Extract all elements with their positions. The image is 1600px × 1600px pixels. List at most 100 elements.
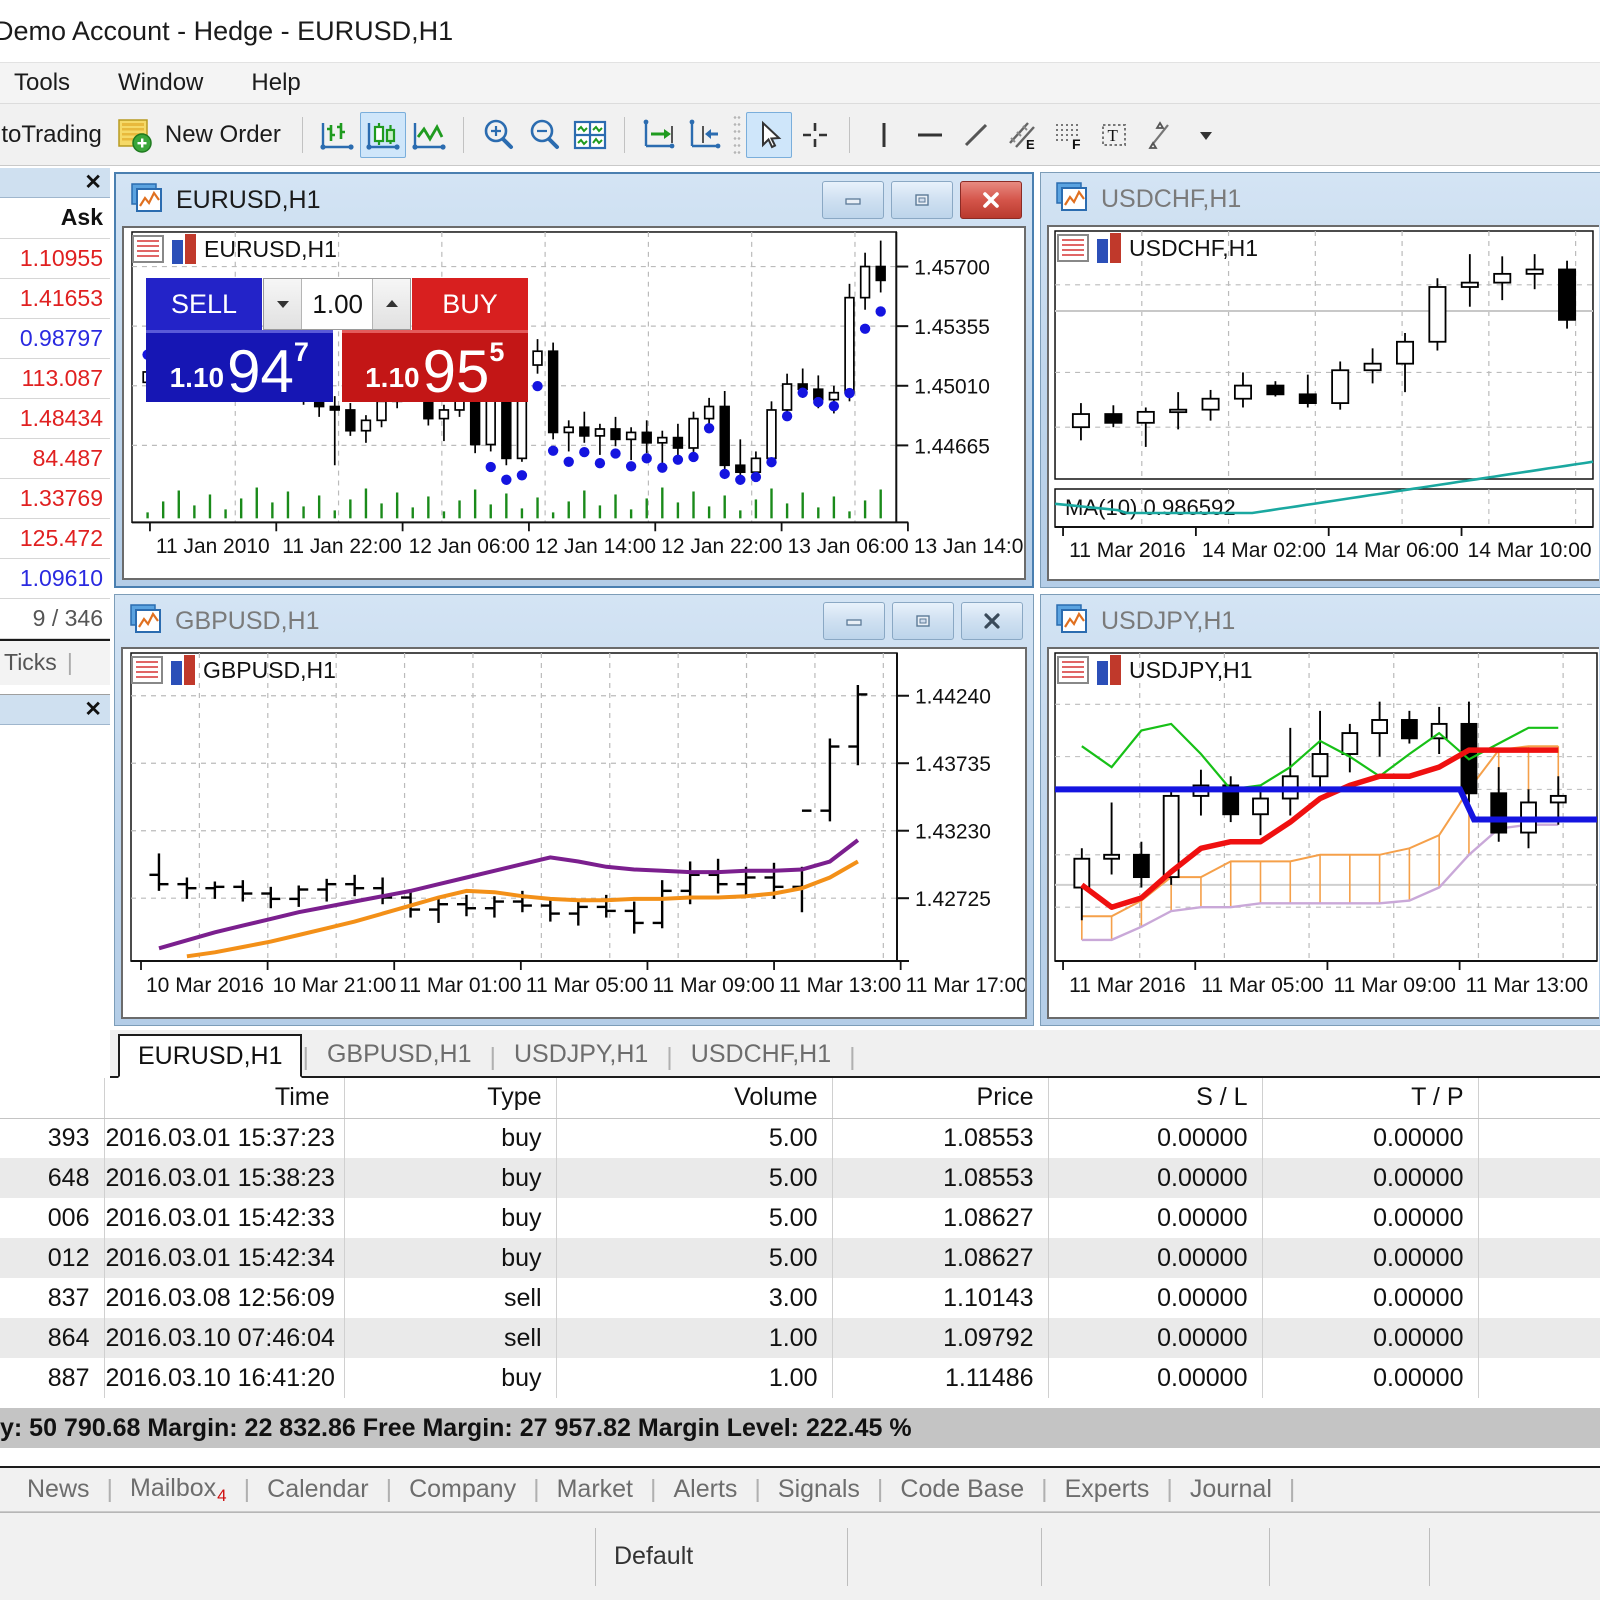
close-icon[interactable]: ✕ [84, 699, 102, 720]
table-row[interactable]: 8642016.03.10 07:46:04sell1.001.097920.0… [0, 1318, 1600, 1358]
table-header-blank0[interactable] [0, 1078, 104, 1118]
status-profile[interactable]: Default [596, 1528, 848, 1586]
terminal-tab-market[interactable]: Market [540, 1475, 650, 1504]
terminal-tab-alerts[interactable]: Alerts [657, 1475, 755, 1504]
svg-text:11 Mar 01:00: 11 Mar 01:00 [399, 974, 521, 997]
table-row[interactable]: 8872016.03.10 16:41:20buy1.001.114860.00… [0, 1358, 1600, 1398]
volume-input[interactable]: 1.00 [302, 279, 372, 329]
chart-shift-icon [171, 655, 195, 685]
bar-chart-icon[interactable] [314, 112, 360, 158]
chart-window-usdjpy[interactable]: USDJPY,H1 USDJPY,H1 11 Mar 201611 Mar 05… [1040, 594, 1600, 1026]
sell-label[interactable]: SELL [146, 278, 262, 330]
table-header-blank7[interactable] [1478, 1078, 1600, 1118]
terminal-tab-signals[interactable]: Signals [761, 1475, 877, 1504]
horizontal-line-icon[interactable] [907, 112, 953, 158]
cell-blank [1478, 1198, 1600, 1238]
zoom-out-icon[interactable] [521, 112, 567, 158]
zoom-in-icon[interactable] [475, 112, 521, 158]
chart-canvas-usdjpy[interactable]: USDJPY,H1 11 Mar 201611 Mar 05:0011 Mar … [1047, 647, 1599, 1019]
one-click-trading-panel[interactable]: SELL 1.00 BUY [146, 278, 528, 402]
chart-tab-usdjpy[interactable]: USDJPY,H1 [496, 1032, 666, 1076]
buy-label[interactable]: BUY [412, 278, 528, 330]
chart-window-eurusd[interactable]: EURUSD,H1 [114, 172, 1034, 588]
close-icon[interactable]: ✕ [84, 172, 102, 193]
market-watch-ask: 1.48434 [0, 398, 110, 438]
trendline-icon[interactable] [953, 112, 999, 158]
chevron-down-icon[interactable] [1183, 112, 1229, 158]
new-order-button[interactable]: New Order [102, 110, 291, 160]
terminal-tab-calendar[interactable]: Calendar [250, 1475, 385, 1504]
candlestick-chart-icon[interactable] [360, 112, 406, 158]
terminal-tab-experts[interactable]: Experts [1048, 1475, 1167, 1504]
table-header-type[interactable]: Type [344, 1078, 556, 1118]
chart-canvas-eurusd[interactable]: EURUSD,H1 SELL 1.00 [122, 226, 1026, 580]
chart-canvas-usdchf[interactable]: USDCHF,H1 MA(10) 0.98659211 Mar 201614 M… [1047, 225, 1599, 581]
objects-dropdown-icon[interactable] [1137, 112, 1183, 158]
volume-stepper[interactable]: 1.00 [263, 278, 411, 330]
scroll-end-icon[interactable] [636, 112, 682, 158]
chart-window-gbpusd[interactable]: GBPUSD,H1 [114, 594, 1034, 1026]
restore-button[interactable] [892, 602, 954, 640]
close-button[interactable] [960, 181, 1022, 219]
shift-chart-icon[interactable] [682, 112, 728, 158]
crosshair-icon[interactable] [792, 112, 838, 158]
market-watch-row[interactable]: 1.10955 [0, 238, 110, 278]
line-chart-icon[interactable] [406, 112, 452, 158]
equidistant-channel-icon[interactable]: E [999, 112, 1045, 158]
toolbar-separator [624, 117, 625, 153]
volume-up-button[interactable] [372, 279, 410, 329]
close-button[interactable] [961, 602, 1023, 640]
table-header-price[interactable]: Price [832, 1078, 1048, 1118]
table-header-time[interactable]: Time [104, 1078, 344, 1118]
svg-text:12 Jan 22:00: 12 Jan 22:00 [661, 535, 782, 558]
sell-button[interactable]: 1.10 94 7 [146, 330, 333, 402]
table-row[interactable]: 6482016.03.01 15:38:23buy5.001.085530.00… [0, 1158, 1600, 1198]
restore-button[interactable] [891, 181, 953, 219]
market-watch-row[interactable]: 1.41653 [0, 278, 110, 318]
menu-item-tools[interactable]: Tools [0, 69, 94, 97]
vertical-line-icon[interactable] [861, 112, 907, 158]
fibonacci-icon[interactable]: F [1045, 112, 1091, 158]
table-row[interactable]: 0122016.03.01 15:42:34buy5.001.086270.00… [0, 1238, 1600, 1278]
terminal-tabs: News|Mailbox4|Calendar|Company|Market|Al… [0, 1466, 1600, 1512]
tile-windows-icon[interactable] [567, 112, 613, 158]
market-watch-row[interactable]: 125.472 [0, 518, 110, 558]
chart-window-usdchf[interactable]: USDCHF,H1 USDCHF,H1 MA(10) 0.98659211 Ma… [1040, 172, 1600, 588]
terminal-trade-table[interactable]: TimeTypeVolumePriceS / LT / P 3932016.03… [0, 1078, 1600, 1408]
terminal-tab-journal[interactable]: Journal [1173, 1475, 1289, 1504]
table-header-tp[interactable]: T / P [1262, 1078, 1478, 1118]
market-watch-row[interactable]: 1.33769 [0, 478, 110, 518]
market-watch-row[interactable]: 84.487 [0, 438, 110, 478]
terminal-tab-news[interactable]: News [10, 1475, 107, 1504]
chart-titlebar-usdchf: USDCHF,H1 [1041, 173, 1600, 225]
table-row[interactable]: 0062016.03.01 15:42:33buy5.001.086270.00… [0, 1198, 1600, 1238]
market-watch-row[interactable]: 0.98797 [0, 318, 110, 358]
volume-down-button[interactable] [264, 279, 302, 329]
cursor-icon[interactable] [746, 112, 792, 158]
market-watch-row[interactable]: 113.087 [0, 358, 110, 398]
toolbar-grip[interactable] [733, 114, 741, 156]
chart-tab-eurusd[interactable]: EURUSD,H1 [118, 1034, 302, 1078]
autotrading-button[interactable]: utoTrading [0, 121, 102, 149]
chart-title-gbpusd: GBPUSD,H1 [175, 607, 319, 636]
chart-tab-gbpusd[interactable]: GBPUSD,H1 [309, 1032, 489, 1076]
table-row[interactable]: 8372016.03.08 12:56:09sell3.001.101430.0… [0, 1278, 1600, 1318]
market-watch-row[interactable]: 1.09610 [0, 558, 110, 598]
chart-titlebar-eurusd: EURUSD,H1 [116, 174, 1032, 226]
table-row[interactable]: 3932016.03.01 15:37:23buy5.001.085530.00… [0, 1118, 1600, 1158]
terminal-tab-company[interactable]: Company [392, 1475, 533, 1504]
market-watch-row[interactable]: 1.48434 [0, 398, 110, 438]
buy-button[interactable]: 1.10 95 5 [342, 330, 529, 402]
table-header-volume[interactable]: Volume [556, 1078, 832, 1118]
chart-canvas-gbpusd[interactable]: GBPUSD,H1 1.442401.437351.432301.4272510… [121, 647, 1027, 1019]
minimize-button[interactable] [823, 602, 885, 640]
menu-item-help[interactable]: Help [227, 69, 324, 97]
chart-tab-usdchf[interactable]: USDCHF,H1 [673, 1032, 849, 1076]
table-header-sl[interactable]: S / L [1048, 1078, 1262, 1118]
tab-ticks[interactable]: Ticks [4, 649, 57, 676]
minimize-button[interactable] [822, 181, 884, 219]
text-label-icon[interactable]: T [1091, 112, 1137, 158]
terminal-tab-mailbox[interactable]: Mailbox4 [113, 1474, 244, 1506]
terminal-tab-code-base[interactable]: Code Base [883, 1475, 1041, 1504]
menu-item-window[interactable]: Window [94, 69, 227, 97]
